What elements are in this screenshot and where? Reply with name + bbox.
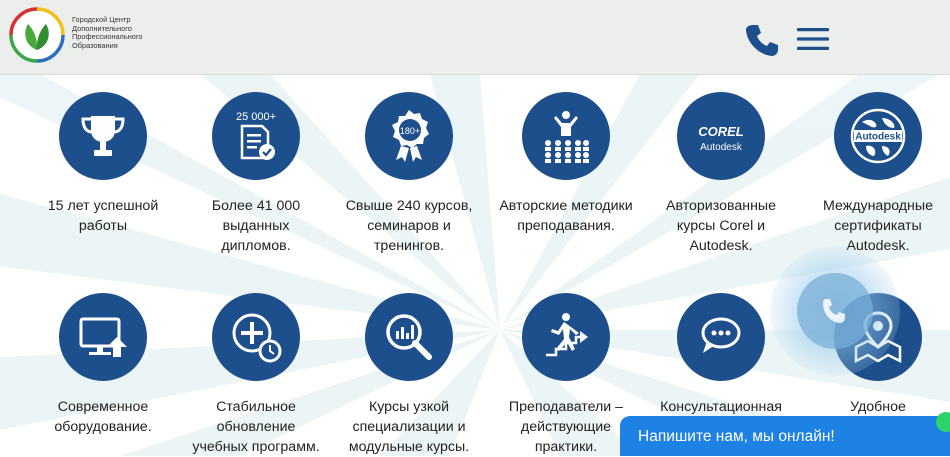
computer-monitor-icon xyxy=(79,317,127,357)
corel-autodesk-logo-icon: COREL Autodesk xyxy=(698,124,744,153)
caption-line: работы xyxy=(78,218,128,234)
caption-line: курсы Corel и xyxy=(676,218,766,234)
feature-caption: Стабильное обновление учебных программ. xyxy=(181,397,331,457)
logo-icon[interactable] xyxy=(8,6,66,64)
diploma-document-icon: 25 000+ xyxy=(236,111,276,160)
caption-line: Авторские методики xyxy=(499,198,633,214)
magnifier-chart-icon xyxy=(386,314,432,360)
caption-line: Современное xyxy=(57,399,149,415)
feature-circle xyxy=(212,293,300,381)
logo-line: Образования xyxy=(72,40,118,50)
feature-circle xyxy=(522,293,610,381)
feature-tile: Autodesk Международные сертификаты Autod… xyxy=(803,92,950,256)
callback-widget[interactable] xyxy=(770,246,900,376)
caption-line: Стабильное xyxy=(216,399,296,415)
feature-caption: Свыше 240 курсов, семинаров и тренингов. xyxy=(334,196,484,256)
caption-line: Удобное xyxy=(850,399,906,415)
caption-line: Курсы узкой xyxy=(368,399,450,415)
feature-tile: Современное оборудование. xyxy=(28,293,178,437)
icon-text: Autodesk xyxy=(700,142,743,153)
feature-tile: 180+ Свыше 240 курсов, семинаров и трени… xyxy=(334,92,484,256)
caption-line: Свыше 240 курсов, xyxy=(345,198,473,214)
feature-tile: Стабильное обновление учебных программ. xyxy=(181,293,331,457)
feature-circle xyxy=(365,293,453,381)
hamburger-menu-icon[interactable] xyxy=(797,26,829,52)
plus-clock-icon xyxy=(232,313,282,363)
trophy-icon xyxy=(81,116,125,156)
chat-bubbles-icon xyxy=(701,317,741,353)
feature-caption: 15 лет успешной работы xyxy=(28,196,178,236)
feature-tile: Преподаватели – действующие практики. xyxy=(491,293,641,457)
feature-circle: 25 000+ xyxy=(212,92,300,180)
caption-line: Преподаватели – xyxy=(508,399,624,415)
feature-caption: Авторизованные курсы Corel и Autodesk. xyxy=(646,196,796,256)
feature-circle xyxy=(522,92,610,180)
caption-line: Autodesk. xyxy=(689,238,753,254)
icon-text: COREL xyxy=(698,124,744,139)
feature-caption: Курсы узкой специализации и модульные ку… xyxy=(334,397,484,457)
site-header: Городской Центр Дополнительного Професси… xyxy=(0,0,950,75)
feature-caption: Консультационная xyxy=(646,397,796,417)
feature-circle xyxy=(677,293,765,381)
feature-caption: Авторские методики преподавания. xyxy=(491,196,641,236)
logo-text: Городской Центр Дополнительного Професси… xyxy=(72,15,182,50)
caption-line: оборудование. xyxy=(54,419,152,435)
caption-line: Более 41 000 xyxy=(211,198,301,214)
feature-tile: 25 000+ Более 41 000 выданных дипломов. xyxy=(181,92,331,256)
caption-line: действующие xyxy=(520,419,612,435)
feature-circle: COREL Autodesk xyxy=(677,92,765,180)
running-man-arrow-icon xyxy=(546,313,588,357)
caption-line: практики. xyxy=(534,439,598,455)
autodesk-globe-icon: Autodesk xyxy=(850,108,906,164)
caption-line: 15 лет успешной xyxy=(47,198,159,214)
caption-line: выданных xyxy=(222,218,290,234)
award-badge-icon: 180+ xyxy=(392,110,429,162)
feature-caption: Преподаватели – действующие практики. xyxy=(491,397,641,457)
feature-circle xyxy=(59,92,147,180)
caption-line: модульные курсы. xyxy=(348,439,470,455)
icon-text: 25 000+ xyxy=(236,111,276,123)
caption-line: обновление xyxy=(216,419,296,435)
phone-icon[interactable] xyxy=(744,22,780,58)
feature-caption: Удобное xyxy=(803,397,950,417)
audience-presenter-icon xyxy=(545,111,589,163)
feature-caption: Современное оборудование. xyxy=(28,397,178,437)
caption-line: преподавания. xyxy=(517,218,615,234)
caption-line: учебных программ. xyxy=(192,439,320,455)
icon-text: 180+ xyxy=(400,126,420,136)
caption-line: сертификаты xyxy=(834,218,922,234)
feature-circle: 180+ xyxy=(365,92,453,180)
feature-tile: Курсы узкой специализации и модульные ку… xyxy=(334,293,484,457)
callback-inner[interactable] xyxy=(797,273,873,349)
chat-label: Напишите нам, мы онлайн! xyxy=(638,428,835,445)
caption-line: специализации и xyxy=(352,419,466,435)
feature-caption: Более 41 000 выданных дипломов. xyxy=(181,196,331,256)
caption-line: тренингов. xyxy=(373,238,445,254)
icon-text: Autodesk xyxy=(855,132,901,143)
feature-tile: Авторские методики преподавания. xyxy=(491,92,641,236)
caption-line: Консультационная xyxy=(660,399,782,415)
caption-line: Международные xyxy=(823,198,933,214)
feature-circle xyxy=(59,293,147,381)
feature-tile: 15 лет успешной работы xyxy=(28,92,178,236)
phone-icon xyxy=(823,299,845,323)
caption-line: дипломов. xyxy=(221,238,291,254)
online-chat-button[interactable]: Напишите нам, мы онлайн! xyxy=(620,412,950,456)
feature-circle: Autodesk xyxy=(834,92,922,180)
feature-tile: COREL Autodesk Авторизованные курсы Core… xyxy=(646,92,796,256)
online-status-dot xyxy=(936,412,950,432)
caption-line: Авторизованные xyxy=(666,198,776,214)
caption-line: семинаров и xyxy=(367,218,451,234)
